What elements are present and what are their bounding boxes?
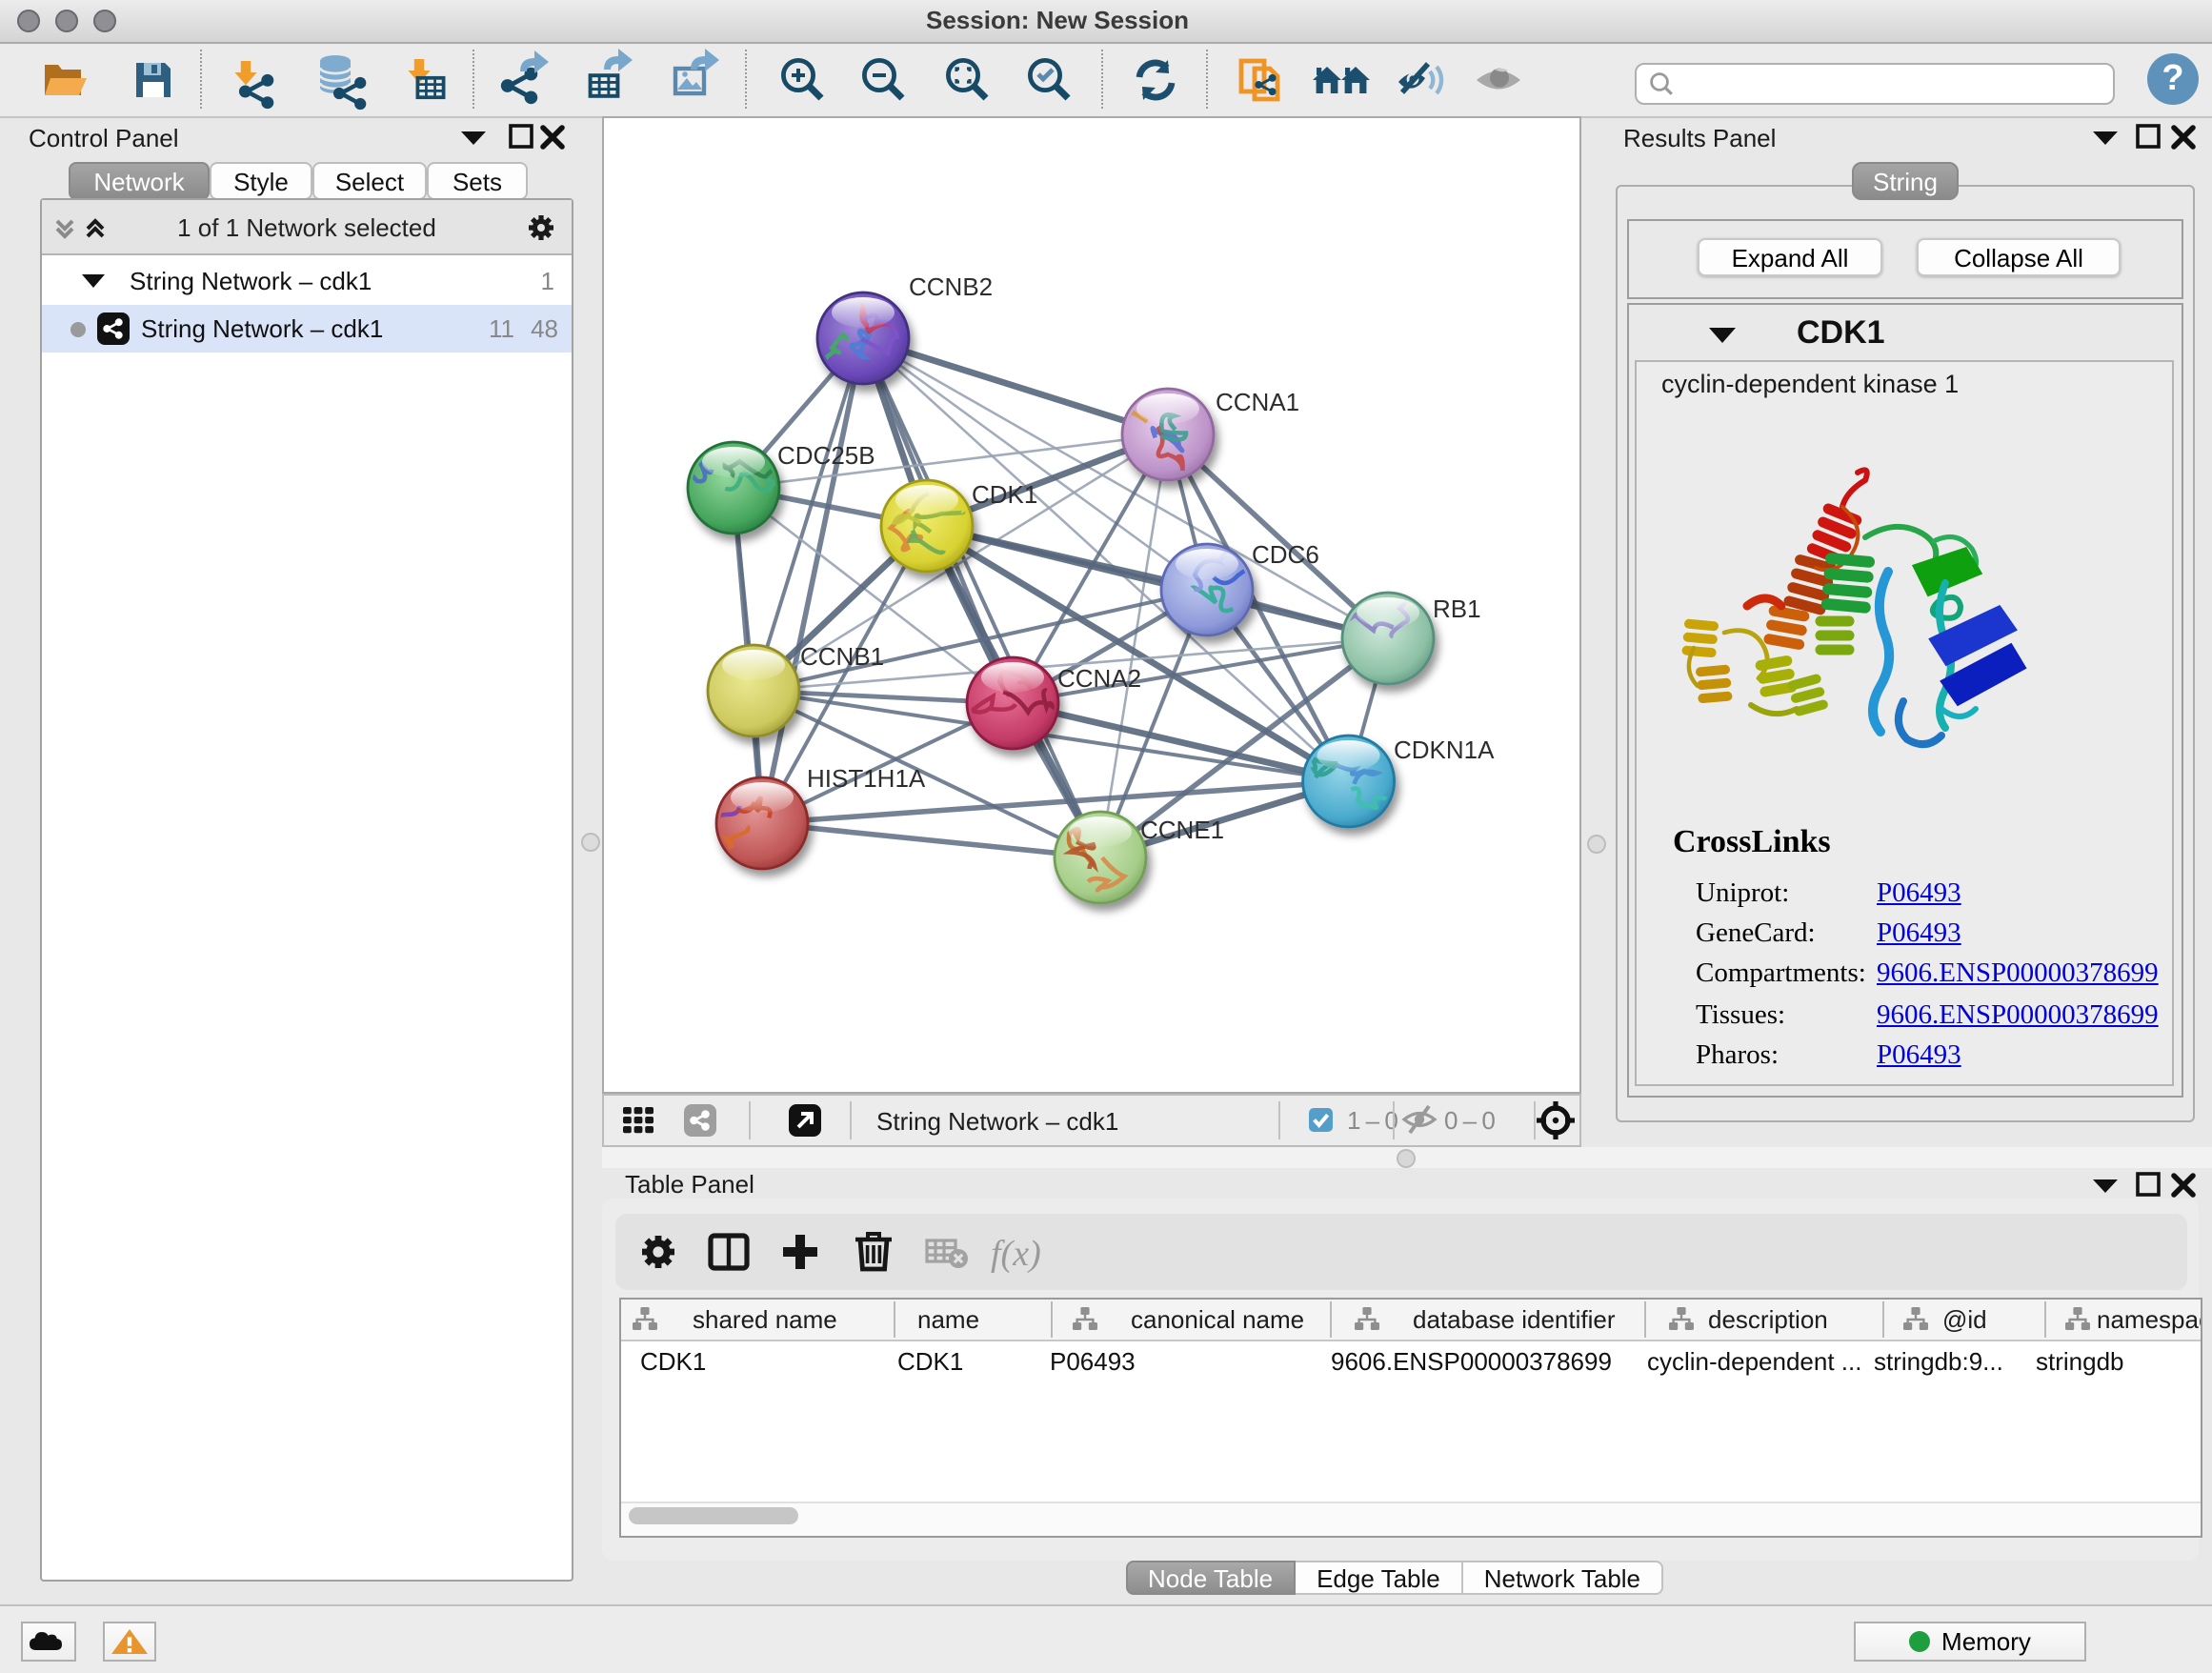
svg-text:String Network – cdk1: String Network – cdk1 [876,1107,1118,1136]
svg-text:CDKN1A: CDKN1A [1394,736,1495,764]
svg-text:CCNA1: CCNA1 [1216,388,1299,416]
svg-text:CCNB1: CCNB1 [800,642,884,671]
svg-text:0 – 0: 0 – 0 [1444,1106,1496,1135]
svg-text:RB1: RB1 [1433,595,1481,623]
svg-text:HIST1H1A: HIST1H1A [807,764,926,793]
svg-text:CCNA2: CCNA2 [1057,664,1141,693]
svg-text:1 – 0: 1 – 0 [1347,1106,1398,1135]
svg-text:f(x): f(x) [991,1234,1041,1274]
svg-text:CDC6: CDC6 [1252,540,1319,569]
svg-text:CCNB2: CCNB2 [909,272,993,301]
svg-text:CCNE1: CCNE1 [1140,816,1224,844]
svg-text:CDC25B: CDC25B [777,441,875,470]
svg-text:CDK1: CDK1 [972,480,1037,509]
